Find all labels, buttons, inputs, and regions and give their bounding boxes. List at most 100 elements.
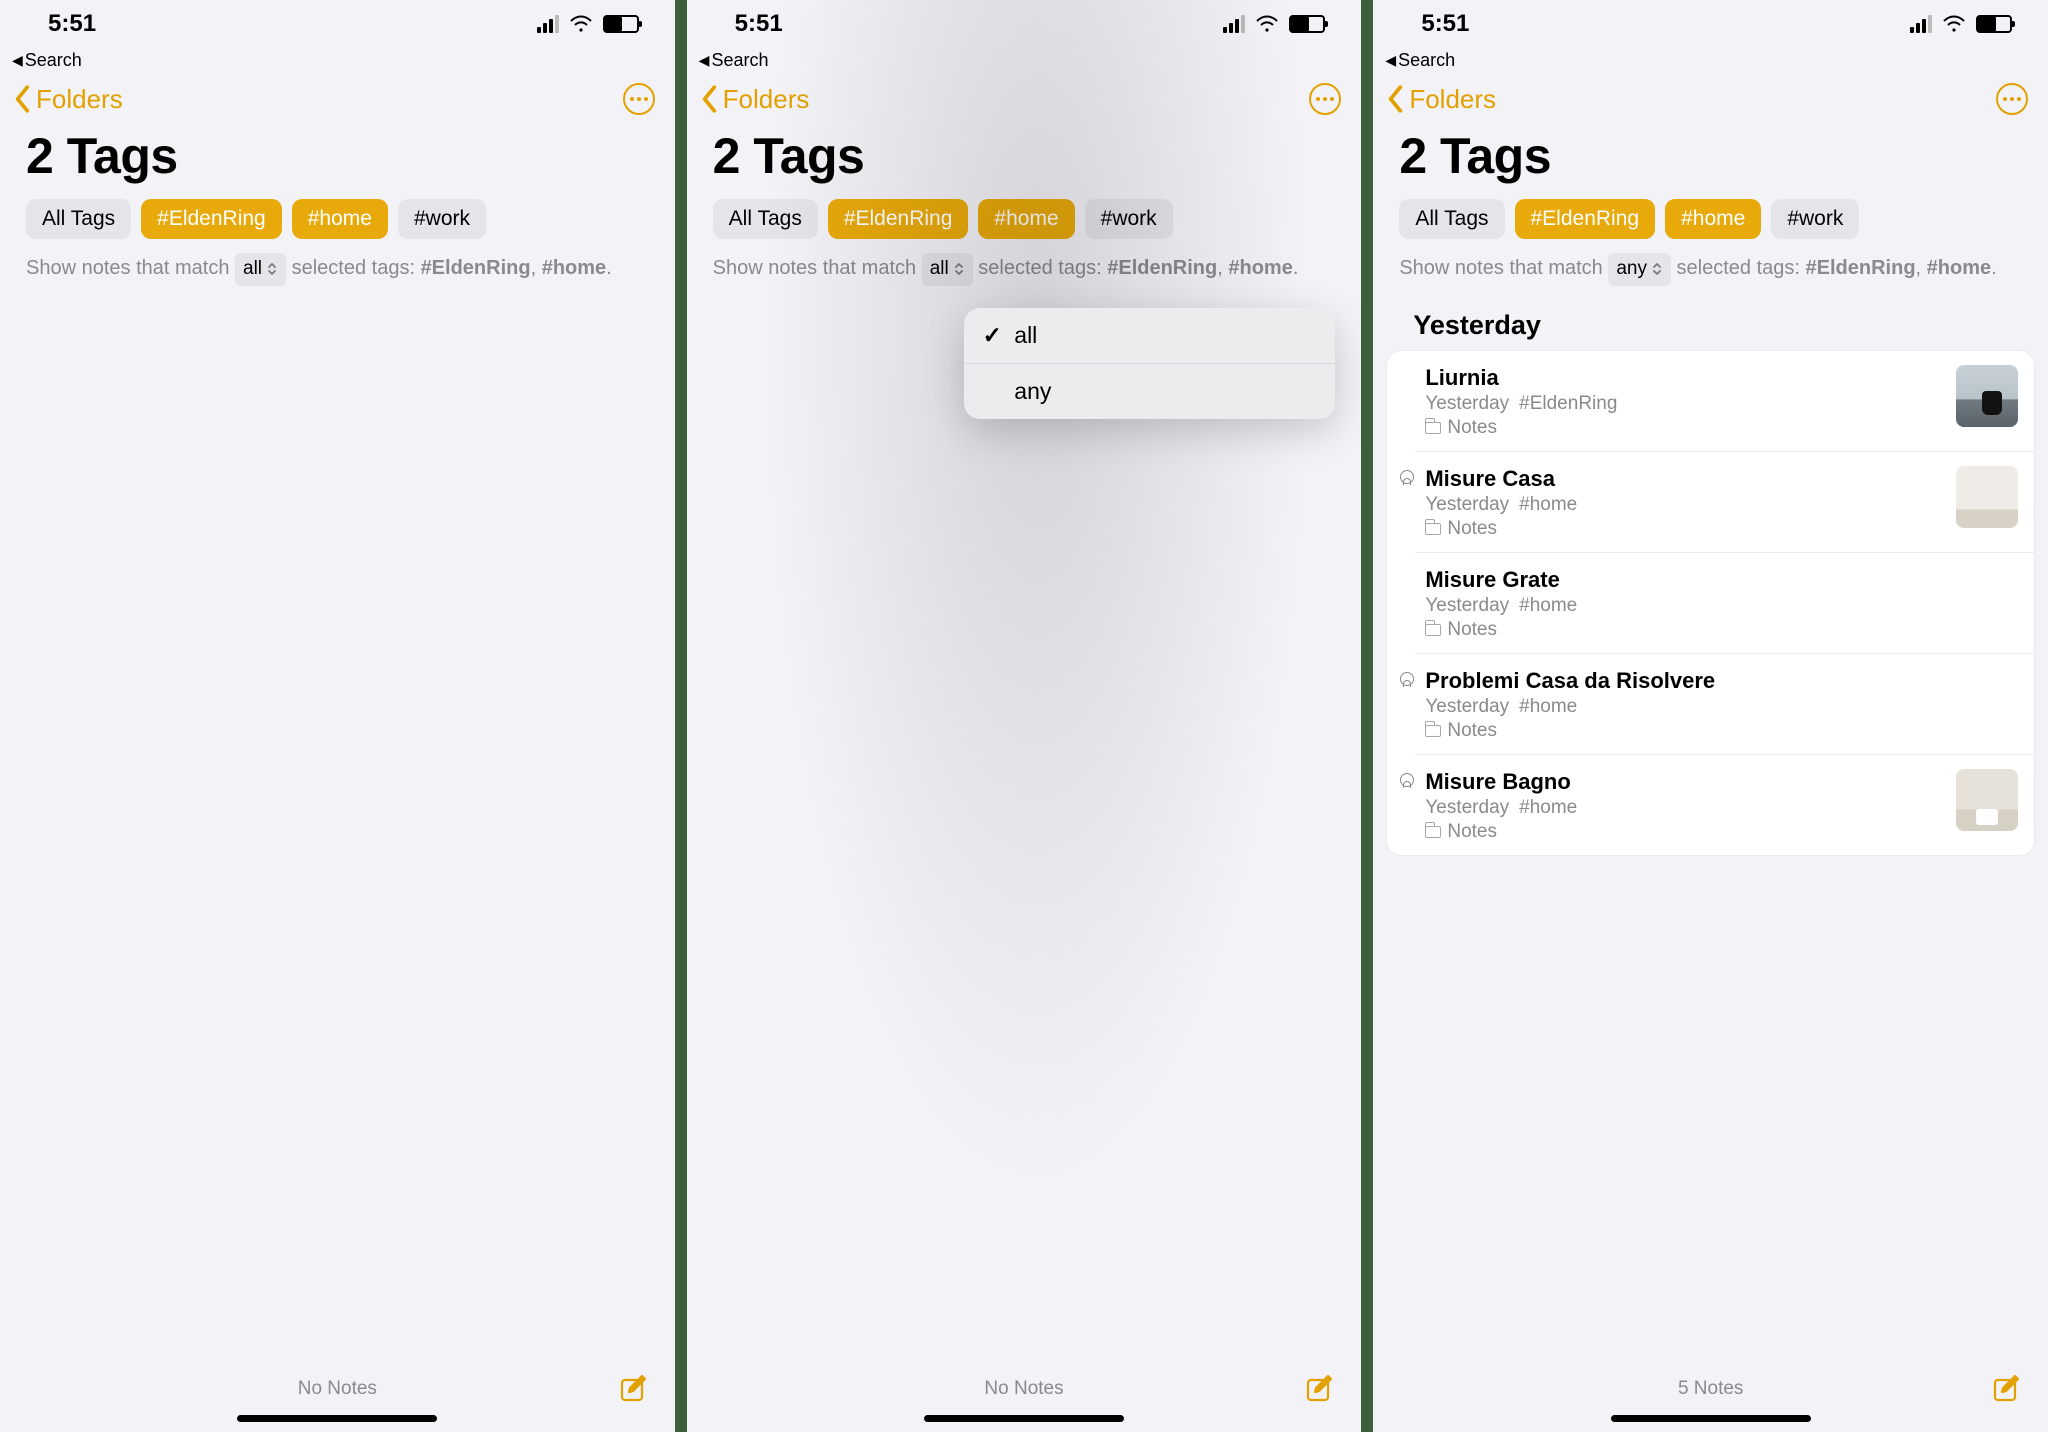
- status-indicators: [1910, 15, 2012, 33]
- compose-icon: [619, 1374, 649, 1404]
- status-indicators: [1223, 15, 1325, 33]
- tag-pill[interactable]: #home: [978, 199, 1074, 239]
- chevron-left-icon: [1385, 84, 1407, 114]
- compose-button[interactable]: [619, 1374, 649, 1404]
- cellular-icon: [537, 15, 559, 33]
- bottom-toolbar: No Notes: [687, 1346, 1362, 1432]
- bottom-toolbar: No Notes: [0, 1346, 675, 1432]
- nav-bar: Folders: [0, 75, 675, 121]
- home-indicator[interactable]: [237, 1415, 437, 1422]
- nav-bar: Folders: [1373, 75, 2048, 121]
- back-to-search[interactable]: ◀Search: [687, 48, 1362, 75]
- note-lead: [1399, 365, 1415, 369]
- home-indicator[interactable]: [1611, 1415, 1811, 1422]
- note-lead: [1399, 567, 1415, 571]
- note-lead: [1399, 668, 1415, 686]
- match-selector[interactable]: all: [235, 253, 286, 286]
- note-title: Misure Bagno: [1425, 769, 1946, 795]
- wifi-icon: [1255, 15, 1279, 33]
- screen-3: 5:51 ◀Search Folders 2 Tags All Tags #Eld…: [1373, 0, 2048, 1432]
- note-folder: Notes: [1425, 821, 1946, 843]
- tag-pill[interactable]: #work: [398, 199, 486, 239]
- tag-pill[interactable]: #EldenRing: [141, 199, 282, 239]
- tag-pill[interactable]: #home: [292, 199, 388, 239]
- more-button[interactable]: [623, 83, 655, 115]
- shared-icon: [1400, 672, 1414, 686]
- note-lead: [1399, 769, 1415, 787]
- note-folder: Notes: [1425, 619, 2018, 641]
- tag-pill[interactable]: All Tags: [26, 199, 131, 239]
- tag-pill-row: All Tags#EldenRing#home#work: [0, 199, 675, 253]
- tag-pill-row: All Tags #EldenRing#home#work: [1373, 199, 2048, 253]
- cellular-icon: [1223, 15, 1245, 33]
- note-body: Misure CasaYesterday#homeNotes: [1425, 466, 1946, 540]
- back-triangle-icon: ◀: [12, 52, 23, 69]
- more-button[interactable]: [1309, 83, 1341, 115]
- home-indicator[interactable]: [924, 1415, 1124, 1422]
- back-to-search[interactable]: ◀Search: [0, 48, 675, 75]
- compose-button[interactable]: [1305, 1374, 1335, 1404]
- note-subtitle: Yesterday#EldenRing: [1425, 393, 1946, 415]
- note-row[interactable]: Misure GrateYesterday#homeNotes: [1415, 552, 2034, 653]
- filter-sentence: Show notes that match all selected tags:…: [687, 253, 1362, 292]
- compose-icon: [1992, 1374, 2022, 1404]
- match-selector[interactable]: any: [1608, 253, 1671, 286]
- page-title: 2 Tags: [1373, 121, 2048, 199]
- shared-icon: [1400, 470, 1414, 484]
- back-folders-button[interactable]: Folders: [12, 84, 123, 115]
- tag-pill[interactable]: #work: [1771, 199, 1859, 239]
- notes-list: LiurniaYesterday#EldenRingNotesMisure Ca…: [1387, 351, 2034, 855]
- section-header: Yesterday: [1373, 292, 2048, 351]
- tag-pill[interactable]: All Tags: [713, 199, 818, 239]
- note-row[interactable]: Misure BagnoYesterday#homeNotes: [1415, 754, 2034, 855]
- match-dropdown: ✓allany: [964, 308, 1335, 419]
- check-icon: ✓: [982, 322, 1002, 349]
- dropdown-option[interactable]: ✓all: [964, 308, 1335, 363]
- more-button[interactable]: [1996, 83, 2028, 115]
- folder-icon: [1425, 725, 1441, 737]
- page-title: 2 Tags: [0, 121, 675, 199]
- note-title: Liurnia: [1425, 365, 1946, 391]
- dropdown-option[interactable]: any: [964, 363, 1335, 419]
- note-row[interactable]: Misure CasaYesterday#homeNotes: [1415, 451, 2034, 552]
- notes-count: No Notes: [984, 1378, 1063, 1400]
- note-title: Misure Grate: [1425, 567, 2018, 593]
- note-subtitle: Yesterday#home: [1425, 797, 1946, 819]
- chevron-left-icon: [699, 84, 721, 114]
- cellular-icon: [1910, 15, 1932, 33]
- note-title: Misure Casa: [1425, 466, 1946, 492]
- match-selector[interactable]: all: [922, 253, 973, 286]
- back-triangle-icon: ◀: [699, 52, 710, 69]
- tag-pill[interactable]: All Tags: [1399, 199, 1504, 239]
- back-folders-button[interactable]: Folders: [1385, 84, 1496, 115]
- chevron-left-icon: [12, 84, 34, 114]
- tag-pill[interactable]: #EldenRing: [1515, 199, 1656, 239]
- tag-pill[interactable]: #EldenRing: [828, 199, 969, 239]
- screen-2: 5:51 ◀Search Folders 2 Tags All Tags#Eld…: [687, 0, 1362, 1432]
- folder-icon: [1425, 624, 1441, 636]
- wifi-icon: [569, 15, 593, 33]
- folder-icon: [1425, 422, 1441, 434]
- note-body: Misure GrateYesterday#homeNotes: [1425, 567, 2018, 641]
- tag-pill[interactable]: #work: [1085, 199, 1173, 239]
- compose-icon: [1305, 1374, 1335, 1404]
- back-to-search[interactable]: ◀Search: [1373, 48, 2048, 75]
- note-row[interactable]: LiurniaYesterday#EldenRingNotes: [1387, 351, 2034, 451]
- note-row[interactable]: Problemi Casa da RisolvereYesterday#home…: [1415, 653, 2034, 754]
- note-thumbnail: [1956, 466, 2018, 528]
- status-indicators: [537, 15, 639, 33]
- bottom-toolbar: 5 Notes: [1373, 1346, 2048, 1432]
- tag-pill[interactable]: #home: [1665, 199, 1761, 239]
- note-subtitle: Yesterday#home: [1425, 494, 1946, 516]
- status-time: 5:51: [1421, 10, 1469, 38]
- note-body: LiurniaYesterday#EldenRingNotes: [1425, 365, 1946, 439]
- battery-icon: [603, 15, 639, 33]
- note-lead: [1399, 466, 1415, 484]
- back-folders-button[interactable]: Folders: [699, 84, 810, 115]
- status-time: 5:51: [48, 10, 96, 38]
- status-bar: 5:51: [1373, 0, 2048, 48]
- notes-count: No Notes: [298, 1378, 377, 1400]
- nav-bar: Folders: [687, 75, 1362, 121]
- tag-pill-row: All Tags#EldenRing#home #work: [687, 199, 1362, 253]
- compose-button[interactable]: [1992, 1374, 2022, 1404]
